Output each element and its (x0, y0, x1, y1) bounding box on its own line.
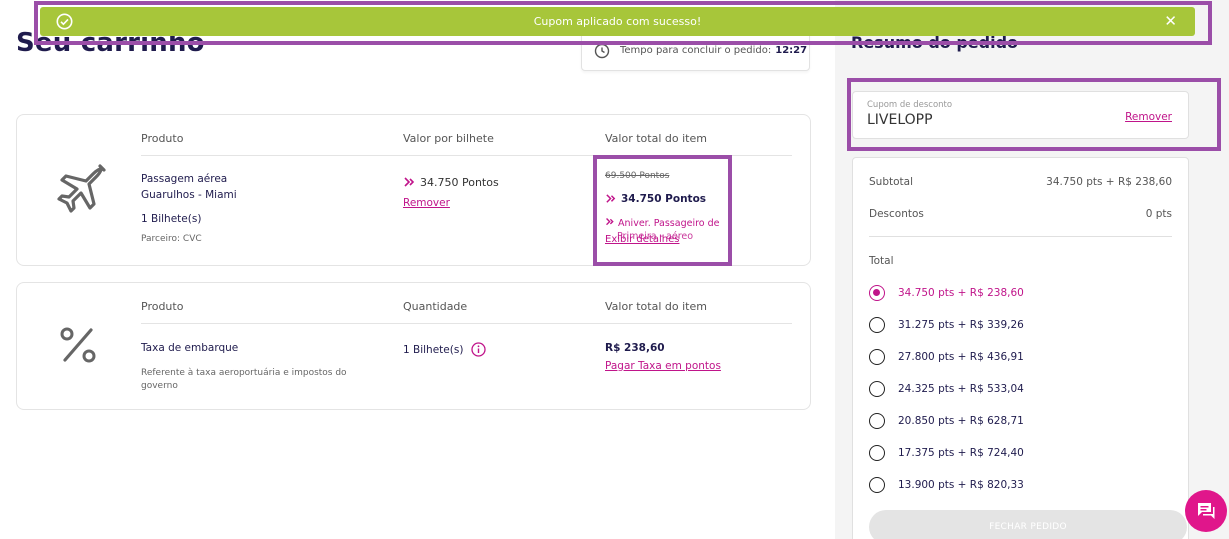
coupon-field[interactable]: Cupom de desconto LIVELOPP Remover (852, 91, 1189, 139)
chat-button[interactable] (1185, 490, 1227, 532)
payment-option-label: 27.800 pts + R$ 436,91 (898, 351, 1024, 363)
fee-quantity-text: 1 Bilhete(s) (403, 343, 464, 356)
remove-coupon-link[interactable]: Remover (1125, 111, 1172, 123)
coupon-code: LIVELOPP (867, 112, 933, 128)
success-toast: Cupom aplicado com sucesso! ✕ (40, 7, 1195, 36)
timer-value: 12:27 (775, 45, 808, 56)
header-divider (141, 155, 792, 156)
discounts-label: Descontos (869, 208, 924, 220)
fee-quantity: 1 Bilhete(s) (403, 342, 487, 357)
col-product: Produto (141, 300, 184, 313)
partner-text: Parceiro: CVC (141, 234, 202, 244)
radio-selected[interactable] (869, 285, 885, 301)
points-icon (606, 218, 614, 226)
payment-option-label: 20.850 pts + R$ 628,71 (898, 415, 1024, 427)
toast-message: Cupom aplicado com sucesso! (533, 15, 702, 28)
radio[interactable] (869, 445, 885, 461)
close-icon[interactable]: ✕ (1164, 12, 1177, 30)
payment-option[interactable]: 24.325 pts + R$ 533,04 (869, 381, 1024, 397)
radio[interactable] (869, 349, 885, 365)
fee-description: Referente à taxa aeroportuária e imposto… (141, 368, 347, 391)
flight-item-card: Produto Valor por bilhete Valor total do… (16, 114, 811, 266)
subtotal-label: Subtotal (869, 176, 913, 188)
order-summary-sidebar: Resumo do pedido Cupom de desconto LIVEL… (835, 0, 1229, 539)
timer-label: Tempo para concluir o pedido: (620, 45, 772, 56)
percent-icon (60, 327, 96, 363)
payment-option-label: 34.750 pts + R$ 238,60 (898, 287, 1024, 299)
airplane-icon (57, 164, 106, 213)
header-divider (141, 323, 792, 324)
check-circle-icon (56, 13, 73, 30)
old-total-points: 69.500 Pontos (605, 171, 670, 181)
total-label-text: Total (869, 255, 894, 267)
close-order-button[interactable]: FECHAR PEDIDO (869, 510, 1187, 539)
payment-option[interactable]: 13.900 pts + R$ 820,33 (869, 477, 1024, 493)
payment-option[interactable]: 27.800 pts + R$ 436,91 (869, 349, 1024, 365)
col-per-ticket: Valor por bilhete (403, 132, 494, 145)
payment-option[interactable]: 17.375 pts + R$ 724,40 (869, 445, 1024, 461)
subtotal-value: 34.750 pts + R$ 238,60 (1046, 176, 1172, 188)
per-ticket-points: 34.750 Pontos (403, 176, 499, 189)
fee-name: Taxa de embarque (141, 342, 239, 354)
payment-option[interactable]: 34.750 pts + R$ 238,60 (869, 285, 1024, 301)
discounts-value: 0 pts (1145, 208, 1172, 220)
info-icon[interactable] (471, 342, 487, 357)
fee-item-card: Produto Quantidade Valor total do item T… (16, 282, 811, 410)
pay-fee-points-link[interactable]: Pagar Taxa em pontos (605, 360, 721, 372)
payment-option-label: 13.900 pts + R$ 820,33 (898, 479, 1024, 491)
col-product: Produto (141, 132, 184, 145)
product-name: Passagem aérea (141, 173, 228, 185)
col-total: Valor total do item (605, 300, 707, 313)
ticket-count: 1 Bilhete(s) (141, 213, 202, 225)
fee-total: R$ 238,60 (605, 342, 665, 354)
total-label: Total (869, 255, 1172, 267)
per-ticket-points-text: 34.750 Pontos (420, 176, 499, 189)
points-icon (404, 177, 415, 187)
timer-box: Tempo para concluir o pedido: 12:27 (581, 30, 810, 71)
radio[interactable] (869, 381, 885, 397)
discounts-row: Descontos 0 pts (869, 208, 1172, 220)
remove-ticket-link[interactable]: Remover (403, 197, 450, 209)
payment-option-label: 17.375 pts + R$ 724,40 (898, 447, 1024, 459)
new-total-points: 34.750 Pontos (605, 193, 706, 205)
chat-icon (1198, 503, 1215, 519)
new-total-text: 34.750 Pontos (621, 193, 707, 205)
radio[interactable] (869, 317, 885, 333)
col-total: Valor total do item (605, 132, 707, 145)
payment-option-label: 24.325 pts + R$ 533,04 (898, 383, 1024, 395)
radio[interactable] (869, 477, 885, 493)
payment-option[interactable]: 20.850 pts + R$ 628,71 (869, 413, 1024, 429)
show-details-link[interactable]: Exibir detalhes (605, 234, 679, 245)
subtotal-row: Subtotal 34.750 pts + R$ 238,60 (869, 176, 1172, 188)
coupon-label: Cupom de desconto (867, 100, 953, 110)
col-quantity: Quantidade (403, 300, 468, 313)
summary-box: Subtotal 34.750 pts + R$ 238,60 Desconto… (852, 157, 1189, 539)
clock-icon (594, 43, 610, 58)
payment-option[interactable]: 31.275 pts + R$ 339,26 (869, 317, 1024, 333)
promo-line-1: Aniver. Passageiro de (618, 218, 720, 229)
radio[interactable] (869, 413, 885, 429)
product-route: Guarulhos - Miami (141, 189, 237, 201)
summary-divider (869, 236, 1172, 237)
payment-option-label: 31.275 pts + R$ 339,26 (898, 319, 1024, 331)
points-icon (606, 194, 616, 203)
